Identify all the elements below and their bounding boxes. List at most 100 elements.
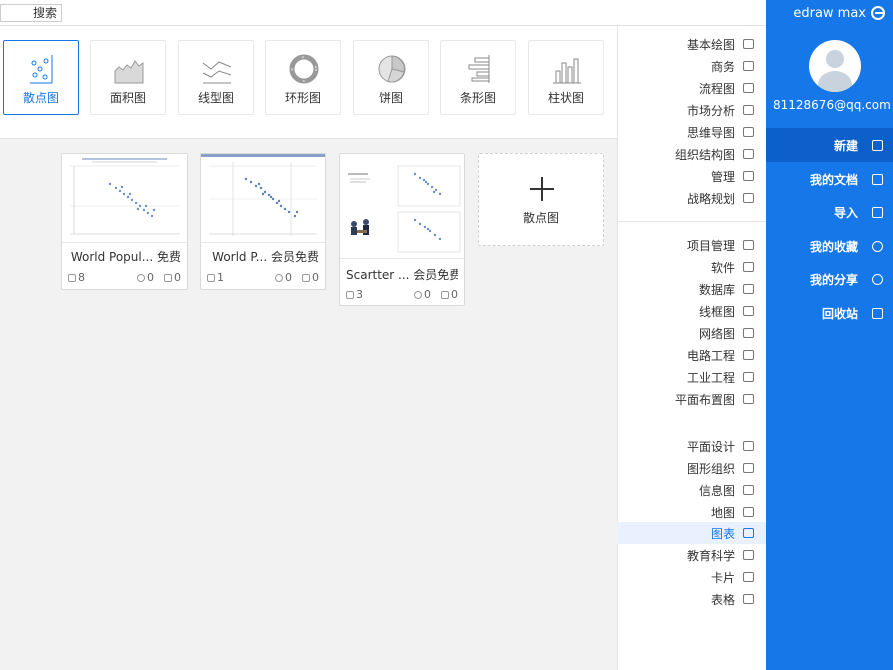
category-item[interactable]: 电路工程 [617, 344, 766, 366]
chart-type-label: 面积图 [109, 91, 146, 105]
market-icon [743, 105, 754, 115]
donut-chart-icon [289, 54, 319, 84]
avatar[interactable] [809, 40, 861, 92]
heart-icon [414, 290, 422, 299]
app-brand: edraw max [766, 0, 893, 26]
import-icon [872, 206, 883, 218]
category-item[interactable]: 基本绘图 [617, 33, 766, 55]
copy-icon [68, 273, 76, 282]
category-item[interactable]: 管理 [617, 165, 766, 187]
nav-recycle-bin[interactable]: 回收站 [766, 296, 893, 330]
nav-favorites[interactable]: 我的收藏 [766, 229, 893, 263]
chart-icon [743, 528, 754, 538]
graphic-design-icon [743, 441, 754, 451]
line-chart-icon [202, 61, 232, 84]
category-item[interactable]: 平面设计 [617, 435, 766, 457]
top-bar: 搜索 [0, 0, 766, 26]
category-item[interactable]: 网络图 [617, 322, 766, 344]
bar-chart-icon [553, 58, 581, 84]
template-title: Scartter ... 会员免费 [346, 268, 458, 282]
category-item[interactable]: 图形组织 [617, 457, 766, 479]
copies-count: 8 [68, 271, 85, 284]
copies-count: 3 [346, 288, 363, 301]
science-icon [743, 550, 754, 560]
area-chart-icon [114, 60, 144, 84]
copy-icon [207, 273, 215, 282]
category-item[interactable]: 市场分析 [617, 99, 766, 121]
chart-type-label: 线型图 [197, 91, 234, 105]
chart-type-donut[interactable]: 环形图 [265, 40, 341, 115]
scatter-chart-icon [30, 55, 53, 84]
nav-new[interactable]: 新建 [766, 128, 893, 162]
mindmap-icon [743, 127, 754, 137]
category-item[interactable]: 地图 [617, 501, 766, 523]
template-card[interactable]: World P... 会员免费 1 0 0 [200, 153, 326, 290]
network-icon [743, 328, 754, 338]
nav-share[interactable]: 我的分享 [766, 262, 893, 296]
copy-icon [346, 290, 354, 299]
category-item[interactable]: 教育科学 [617, 544, 766, 566]
floor-plan-icon [743, 394, 754, 404]
category-item[interactable]: 流程图 [617, 77, 766, 99]
category-item-charts[interactable]: 图表 [617, 522, 766, 544]
category-item[interactable]: 数据库 [617, 278, 766, 300]
category-item[interactable]: 组织结构图 [617, 143, 766, 165]
nav-my-documents[interactable]: 我的文档 [766, 162, 893, 196]
briefcase-icon [743, 61, 754, 71]
category-item[interactable]: 表格 [617, 588, 766, 610]
category-item[interactable]: 项目管理 [617, 234, 766, 256]
new-blank-scatter-card[interactable]: 散点图 [478, 153, 604, 246]
thumbs-up-icon [441, 290, 449, 299]
nav-import[interactable]: 导入 [766, 195, 893, 229]
template-stats: 3 0 0 [346, 288, 458, 301]
chart-type-label: 散点图 [22, 91, 59, 105]
copies-count: 1 [207, 271, 224, 284]
thumbs-up-icon [164, 273, 172, 282]
industrial-icon [743, 372, 754, 382]
template-thumbnail [201, 154, 325, 243]
category-item[interactable]: 战略规划 [617, 187, 766, 209]
favorites-count: 0 [275, 271, 292, 284]
category-item[interactable]: 工业工程 [617, 366, 766, 388]
template-stats: 1 0 0 [207, 271, 319, 284]
chart-type-label: 环形图 [284, 91, 321, 105]
org-chart-icon [743, 149, 754, 159]
basic-drawing-icon [743, 39, 754, 49]
chart-type-bar[interactable]: 柱状图 [528, 40, 604, 115]
category-item[interactable]: 信息图 [617, 479, 766, 501]
documents-icon [872, 173, 883, 185]
chart-type-hbar[interactable]: 条形图 [440, 40, 516, 115]
template-card[interactable]: World Popul... 免费 8 0 0 [61, 153, 188, 290]
template-card[interactable]: Scartter ... 会员免费 3 0 0 [339, 153, 465, 306]
category-item[interactable]: 软件 [617, 256, 766, 278]
horizontal-bar-chart-icon [468, 55, 490, 83]
new-doc-icon [872, 139, 883, 151]
category-item[interactable]: 卡片 [617, 566, 766, 588]
software-icon [743, 262, 754, 272]
search-button[interactable]: 搜索 [0, 4, 62, 22]
chart-type-label: 柱状图 [547, 91, 584, 105]
circuit-icon [743, 350, 754, 360]
pie-chart-icon [378, 55, 406, 83]
chart-type-line[interactable]: 线型图 [178, 40, 254, 115]
category-item[interactable]: 思维导图 [617, 121, 766, 143]
share-icon [872, 273, 883, 285]
chart-type-label: 饼图 [378, 91, 403, 105]
graphic-organizer-icon [743, 463, 754, 473]
category-item[interactable]: 平面布置图 [617, 388, 766, 410]
category-item[interactable]: 线框图 [617, 300, 766, 322]
favorites-count: 0 [137, 271, 154, 284]
template-stats: 8 0 0 [68, 271, 181, 284]
chart-type-scatter[interactable]: 散点图 [3, 40, 79, 115]
user-email: 81128676@qq.com [773, 98, 891, 112]
map-icon [743, 507, 754, 517]
chart-type-pie[interactable]: 饼图 [353, 40, 429, 115]
likes-count: 0 [302, 271, 319, 284]
template-thumbnail [340, 154, 464, 259]
chart-type-area[interactable]: 面积图 [90, 40, 166, 115]
template-thumbnail [62, 154, 187, 243]
new-card-label: 散点图 [522, 211, 559, 225]
card-icon [743, 572, 754, 582]
category-item[interactable]: 商务 [617, 55, 766, 77]
star-icon [872, 240, 883, 252]
